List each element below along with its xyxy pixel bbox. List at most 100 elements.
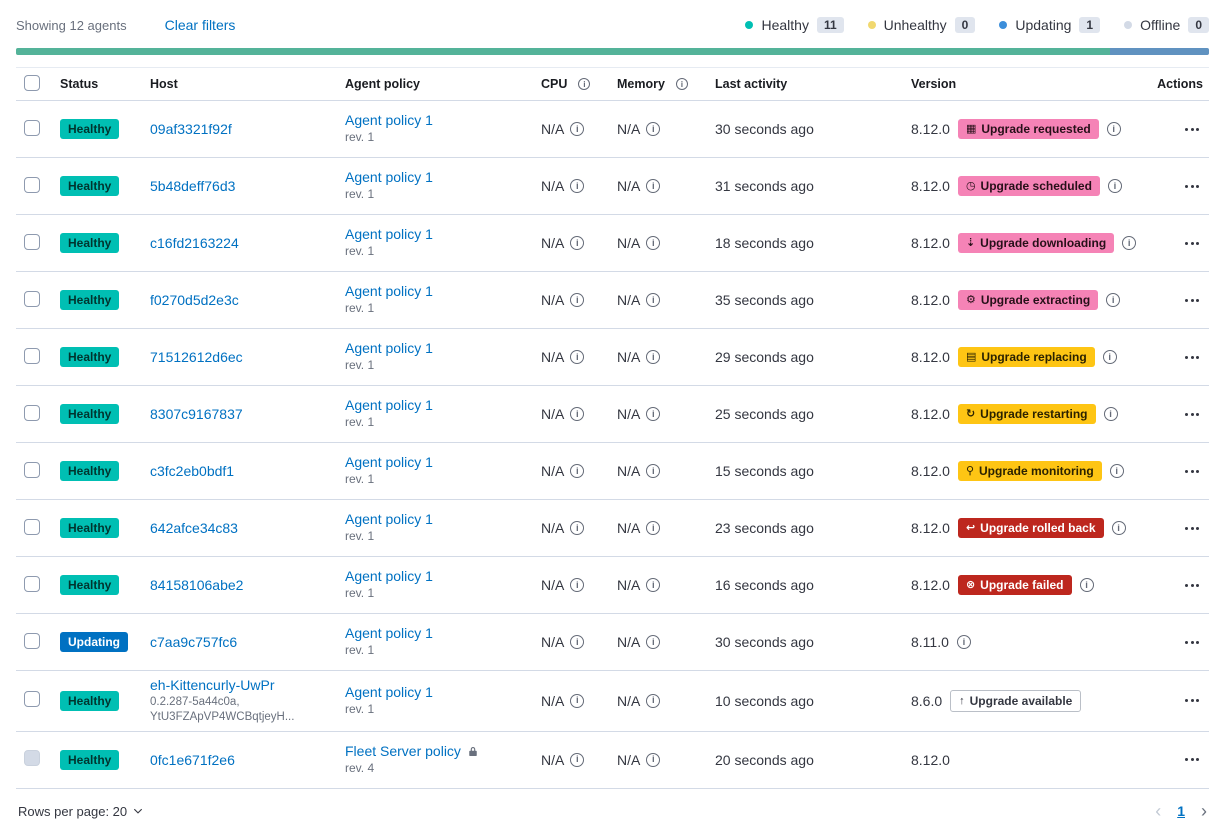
next-page-button[interactable]: › [1201, 801, 1207, 822]
actions-menu-button[interactable] [1181, 752, 1203, 767]
memory-na-info-icon[interactable]: i [646, 293, 660, 307]
row-checkbox[interactable] [24, 576, 40, 592]
row-checkbox[interactable] [24, 519, 40, 535]
actions-menu-button[interactable] [1181, 407, 1203, 422]
memory-na-info-icon[interactable]: i [646, 578, 660, 592]
host-link[interactable]: c16fd2163224 [150, 235, 239, 251]
column-header-version: Version [911, 77, 1147, 91]
host-link[interactable]: c7aa9c757fc6 [150, 634, 237, 650]
memory-na-info-icon[interactable]: i [646, 122, 660, 136]
agent-policy-link[interactable]: Agent policy 1 [345, 397, 433, 413]
memory-na-info-icon[interactable]: i [646, 464, 660, 478]
previous-page-button[interactable]: ‹ [1155, 801, 1161, 822]
upgrade-info-icon[interactable]: i [1122, 236, 1136, 250]
host-link[interactable]: 71512612d6ec [150, 349, 243, 365]
agent-policy-link[interactable]: Fleet Server policy [345, 743, 461, 759]
agent-policy-link[interactable]: Agent policy 1 [345, 568, 433, 584]
row-checkbox[interactable] [24, 691, 40, 707]
actions-menu-button[interactable] [1181, 350, 1203, 365]
cpu-na-info-icon[interactable]: i [570, 464, 584, 478]
actions-menu-button[interactable] [1181, 521, 1203, 536]
agent-policy-link[interactable]: Agent policy 1 [345, 511, 433, 527]
cpu-na-info-icon[interactable]: i [570, 407, 584, 421]
agent-policy-link[interactable]: Agent policy 1 [345, 340, 433, 356]
host-link[interactable]: 0fc1e671f2e6 [150, 752, 235, 768]
upgrade-info-icon[interactable]: i [1110, 464, 1124, 478]
upgrade-info-icon[interactable]: i [1106, 293, 1120, 307]
cpu-na-info-icon[interactable]: i [570, 635, 584, 649]
actions-menu-button[interactable] [1181, 635, 1203, 650]
cpu-na-info-icon[interactable]: i [570, 179, 584, 193]
row-checkbox[interactable] [24, 633, 40, 649]
agent-policy-link[interactable]: Agent policy 1 [345, 684, 433, 700]
cpu-na-info-icon[interactable]: i [570, 578, 584, 592]
cpu-na-info-icon[interactable]: i [570, 293, 584, 307]
memory-na-info-icon[interactable]: i [646, 179, 660, 193]
page-number-button[interactable]: 1 [1177, 803, 1185, 819]
upgrade-status-badge: ⇣Upgrade downloading [958, 233, 1114, 253]
memory-na-info-icon[interactable]: i [646, 350, 660, 364]
version-cell: 8.12.0 ⚲Upgrade monitoring i [911, 461, 1147, 481]
host-link[interactable]: 84158106abe2 [150, 577, 243, 593]
memory-na-info-icon[interactable]: i [646, 694, 660, 708]
cpu-info-icon[interactable]: i [578, 78, 590, 90]
host-link[interactable]: 642afce34c83 [150, 520, 238, 536]
actions-menu-button[interactable] [1181, 179, 1203, 194]
cpu-na-info-icon[interactable]: i [570, 753, 584, 767]
host-link[interactable]: 09af3321f92f [150, 121, 232, 137]
checkbox-cell [16, 120, 60, 139]
row-checkbox[interactable] [24, 750, 40, 766]
memory-na-info-icon[interactable]: i [646, 521, 660, 535]
actions-menu-button[interactable] [1181, 578, 1203, 593]
host-link[interactable]: f0270d5d2e3c [150, 292, 239, 308]
upgrade-status-badge: ◷Upgrade scheduled [958, 176, 1100, 196]
cpu-na-info-icon[interactable]: i [570, 236, 584, 250]
version-value: 8.12.0 [911, 121, 950, 137]
upgrade-info-icon[interactable]: i [1112, 521, 1126, 535]
upgrade-info-icon[interactable]: i [1107, 122, 1121, 136]
host-link[interactable]: 8307c9167837 [150, 406, 243, 422]
rows-per-page-button[interactable]: Rows per page: 20 [18, 804, 144, 819]
cpu-na-info-icon[interactable]: i [570, 122, 584, 136]
memory-value: N/A [617, 349, 640, 365]
actions-menu-button[interactable] [1181, 693, 1203, 708]
row-checkbox[interactable] [24, 177, 40, 193]
agent-policy-link[interactable]: Agent policy 1 [345, 625, 433, 641]
row-checkbox[interactable] [24, 234, 40, 250]
clear-filters-link[interactable]: Clear filters [165, 17, 236, 33]
cpu-na-info-icon[interactable]: i [570, 350, 584, 364]
upgrade-info-icon[interactable]: i [1104, 407, 1118, 421]
memory-na-info-icon[interactable]: i [646, 635, 660, 649]
memory-na-info-icon[interactable]: i [646, 236, 660, 250]
upgrade-badge-label: Upgrade restarting [980, 406, 1087, 422]
row-checkbox[interactable] [24, 405, 40, 421]
cpu-na-info-icon[interactable]: i [570, 694, 584, 708]
memory-na-info-icon[interactable]: i [646, 407, 660, 421]
row-checkbox[interactable] [24, 462, 40, 478]
actions-menu-button[interactable] [1181, 464, 1203, 479]
upgrade-info-icon[interactable]: i [1080, 578, 1094, 592]
agent-policy-link[interactable]: Agent policy 1 [345, 283, 433, 299]
row-checkbox[interactable] [24, 120, 40, 136]
agent-policy-link[interactable]: Agent policy 1 [345, 226, 433, 242]
cpu-na-info-icon[interactable]: i [570, 521, 584, 535]
version-info-icon[interactable]: i [957, 635, 971, 649]
cpu-cell: N/Ai [541, 178, 617, 194]
row-checkbox[interactable] [24, 291, 40, 307]
row-checkbox[interactable] [24, 348, 40, 364]
host-link[interactable]: c3fc2eb0bdf1 [150, 463, 234, 479]
actions-menu-button[interactable] [1181, 122, 1203, 137]
upgrade-info-icon[interactable]: i [1108, 179, 1122, 193]
host-link[interactable]: eh-Kittencurly-UwPr [150, 677, 274, 693]
actions-menu-button[interactable] [1181, 236, 1203, 251]
agent-policy-link[interactable]: Agent policy 1 [345, 454, 433, 470]
actions-menu-button[interactable] [1181, 293, 1203, 308]
upgrade-info-icon[interactable]: i [1103, 350, 1117, 364]
agent-policy-link[interactable]: Agent policy 1 [345, 169, 433, 185]
agent-policy-link[interactable]: Agent policy 1 [345, 112, 433, 128]
host-link[interactable]: 5b48deff76d3 [150, 178, 235, 194]
memory-na-info-icon[interactable]: i [646, 753, 660, 767]
select-all-checkbox[interactable] [24, 75, 40, 91]
memory-info-icon[interactable]: i [676, 78, 688, 90]
memory-cell: N/Ai [617, 693, 715, 709]
